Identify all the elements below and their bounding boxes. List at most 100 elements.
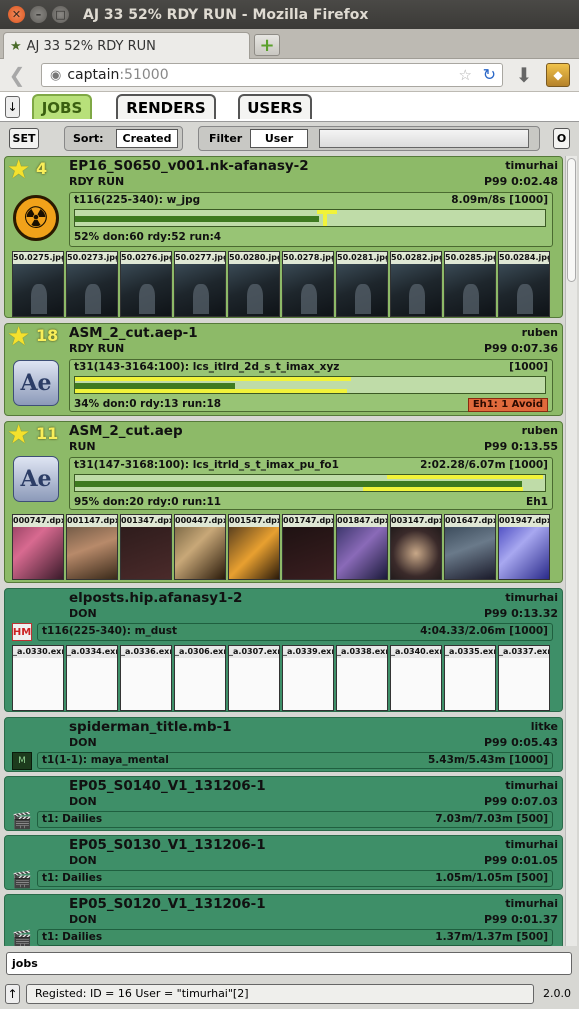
thumbnail[interactable]: _a.0337.exr (498, 645, 550, 711)
job-item[interactable]: M spiderman_title.mb-1 DON litke P99 0:0… (4, 717, 563, 772)
thumbnail[interactable]: _a.0306.exr (174, 645, 226, 711)
thumbnail[interactable]: 003147.dpx (390, 514, 442, 580)
job-block[interactable]: t1: Dailies 1.05m/1.05m [500] (37, 870, 553, 887)
thumbnail[interactable]: 50.0278.jpg (282, 251, 334, 317)
download-icon[interactable]: ⬇ (512, 63, 536, 87)
clapper-icon: 🎬 (12, 810, 32, 830)
job-item[interactable]: ★ 4 ☢ EP16_S0650_v001.nk-afanasy-2 RDY R… (4, 156, 563, 318)
block-name: t1(1-1): maya_mental (42, 754, 169, 766)
thumbnail[interactable]: 001547.dpx (228, 514, 280, 580)
set-button[interactable]: SET (9, 128, 39, 149)
job-state: RUN (69, 440, 96, 453)
job-user: timurhai (505, 591, 558, 604)
thumbnail[interactable]: 001347.dpx (120, 514, 172, 580)
url-port: :51000 (119, 67, 169, 83)
filter-group: Filter User (198, 126, 540, 151)
thumbnail[interactable]: _a.0336.exr (120, 645, 172, 711)
job-item[interactable]: ★ 11 Ae ASM_2_cut.aep RUN ruben P99 0:13… (4, 421, 563, 583)
url-bar[interactable]: ◉ captain:51000 ☆ ↻ (41, 63, 503, 87)
window-titlebar: ✕ – □ AJ 33 52% RDY RUN - Mozilla Firefo… (0, 0, 579, 29)
job-block[interactable]: t1(1-1): maya_mental 5.43m/5.43m [1000] (37, 752, 553, 769)
minimize-window-button[interactable]: – (30, 6, 47, 23)
block-name: t31(147-3168:100): lcs_itrld_s_t_imax_pu… (74, 459, 339, 471)
bookmark-star-icon[interactable]: ☆ (459, 66, 472, 84)
thumbnail[interactable]: 50.0276.jpg (120, 251, 172, 317)
thumbnails: 50.0275.jpg 50.0273.jpg 50.0276.jpg 50.0… (12, 251, 550, 317)
job-time: P99 0:07.03 (483, 795, 558, 808)
browser-tabstrip: ★ AJ 33 52% RDY RUN + (0, 29, 579, 59)
navigation-bar: ❮ ◉ captain:51000 ☆ ↻ ⬇ ◆ (0, 59, 579, 92)
job-block[interactable]: t31(147-3168:100): lcs_itrld_s_t_imax_pu… (69, 457, 553, 510)
thumbnail[interactable]: 001647.dpx (444, 514, 496, 580)
sort-value[interactable]: Created (116, 129, 178, 148)
block-progress-bar (74, 474, 546, 492)
job-item[interactable]: ★ 18 Ae ASM_2_cut.aep-1 RDY RUN ruben P9… (4, 323, 563, 416)
filter-input[interactable] (319, 129, 529, 148)
thumbnail[interactable]: 50.0281.jpg (336, 251, 388, 317)
job-item[interactable]: 🎬 EP05_S0140_V1_131206-1 DON timurhai P9… (4, 776, 563, 831)
job-block[interactable]: t116(225-340): m_dust 4:04.33/2.06m [100… (37, 623, 553, 641)
globe-icon: ◉ (50, 67, 62, 83)
job-user: timurhai (505, 897, 558, 910)
job-block[interactable]: t116(225-340): w_jpg 8.09m/8s [1000] 52%… (69, 192, 553, 247)
thumbnail[interactable]: _a.0330.exr (12, 645, 64, 711)
thumbnail[interactable]: 50.0284.jpg (498, 251, 550, 317)
star-icon: ★ (7, 156, 31, 185)
thumbnail[interactable]: _a.0338.exr (336, 645, 388, 711)
thumbnail[interactable]: 000447.dpx (174, 514, 226, 580)
tab-jobs[interactable]: JOBS (32, 94, 92, 119)
thumbnail[interactable]: 000747.dpx (12, 514, 64, 580)
job-item[interactable]: HM elposts.hip.afanasy1-2 DON timurhai P… (4, 588, 563, 712)
job-item[interactable]: 🎬 EP05_S0130_V1_131206-1 DON timurhai P9… (4, 835, 563, 890)
block-name: t31(143-3164:100): lcs_itlrd_2d_s_t_imax… (74, 361, 340, 373)
job-time: P99 0:01.37 (483, 913, 558, 926)
job-block[interactable]: t31(143-3164:100): lcs_itlrd_2d_s_t_imax… (69, 359, 553, 412)
thumbnail[interactable]: _a.0334.exr (66, 645, 118, 711)
job-priority: 18 (36, 326, 59, 345)
jobs-scrollbar[interactable] (565, 156, 577, 946)
addon-icon[interactable]: ◆ (546, 63, 570, 87)
block-tag: Eh1 (526, 496, 548, 508)
close-window-button[interactable]: ✕ (8, 6, 25, 23)
thumbnail[interactable]: 001847.dpx (336, 514, 388, 580)
job-user: timurhai (505, 838, 558, 851)
job-state: DON (69, 854, 97, 867)
houdini-icon: HM (12, 623, 32, 641)
maximize-window-button[interactable]: □ (52, 6, 69, 23)
thumbnail[interactable]: 50.0285.jpg (444, 251, 496, 317)
job-item[interactable]: 🎬 EP05_S0120_V1_131206-1 DON timurhai P9… (4, 894, 563, 946)
o-button[interactable]: O (553, 128, 570, 149)
thumbnail[interactable]: _a.0340.exr (390, 645, 442, 711)
command-input[interactable]: jobs (6, 952, 572, 975)
browser-tab[interactable]: ★ AJ 33 52% RDY RUN (3, 32, 250, 59)
thumbnail[interactable]: 001147.dpx (66, 514, 118, 580)
thumbnail[interactable]: 50.0275.jpg (12, 251, 64, 317)
job-state: RDY RUN (69, 342, 125, 355)
thumbnail[interactable]: 50.0280.jpg (228, 251, 280, 317)
job-name: EP05_S0130_V1_131206-1 (69, 837, 266, 853)
job-name: EP16_S0650_v001.nk-afanasy-2 (69, 158, 309, 174)
scroll-up-button[interactable]: ↑ (5, 984, 20, 1004)
reload-icon[interactable]: ↻ (483, 65, 496, 84)
thumbnail[interactable]: 001747.dpx (282, 514, 334, 580)
job-block[interactable]: t1: Dailies 7.03m/7.03m [500] (37, 811, 553, 828)
tab-users[interactable]: USERS (238, 94, 312, 119)
job-priority: 4 (36, 159, 48, 178)
thumbnail[interactable]: 50.0277.jpg (174, 251, 226, 317)
tab-renders[interactable]: RENDERS (116, 94, 216, 119)
thumbnail[interactable]: 001947.dpx (498, 514, 550, 580)
job-block[interactable]: t1: Dailies 1.37m/1.37m [500] (37, 929, 553, 946)
thumbnail[interactable]: 50.0273.jpg (66, 251, 118, 317)
scrollbar-thumb[interactable] (567, 158, 576, 282)
back-icon[interactable]: ❮ (5, 63, 29, 87)
thumbnail[interactable]: _a.0307.exr (228, 645, 280, 711)
thumbnail[interactable]: _a.0339.exr (282, 645, 334, 711)
scroll-down-button[interactable]: ↓ (5, 96, 20, 118)
job-name: EP05_S0140_V1_131206-1 (69, 778, 266, 794)
block-info: 5.43m/5.43m [1000] (427, 754, 548, 766)
thumbnail[interactable]: 50.0282.jpg (390, 251, 442, 317)
new-tab-button[interactable]: + (254, 34, 280, 56)
thumbnail[interactable]: _a.0335.exr (444, 645, 496, 711)
filter-type-value[interactable]: User (250, 129, 308, 148)
error-badge: Eh1: 1 Avoid (467, 398, 548, 412)
